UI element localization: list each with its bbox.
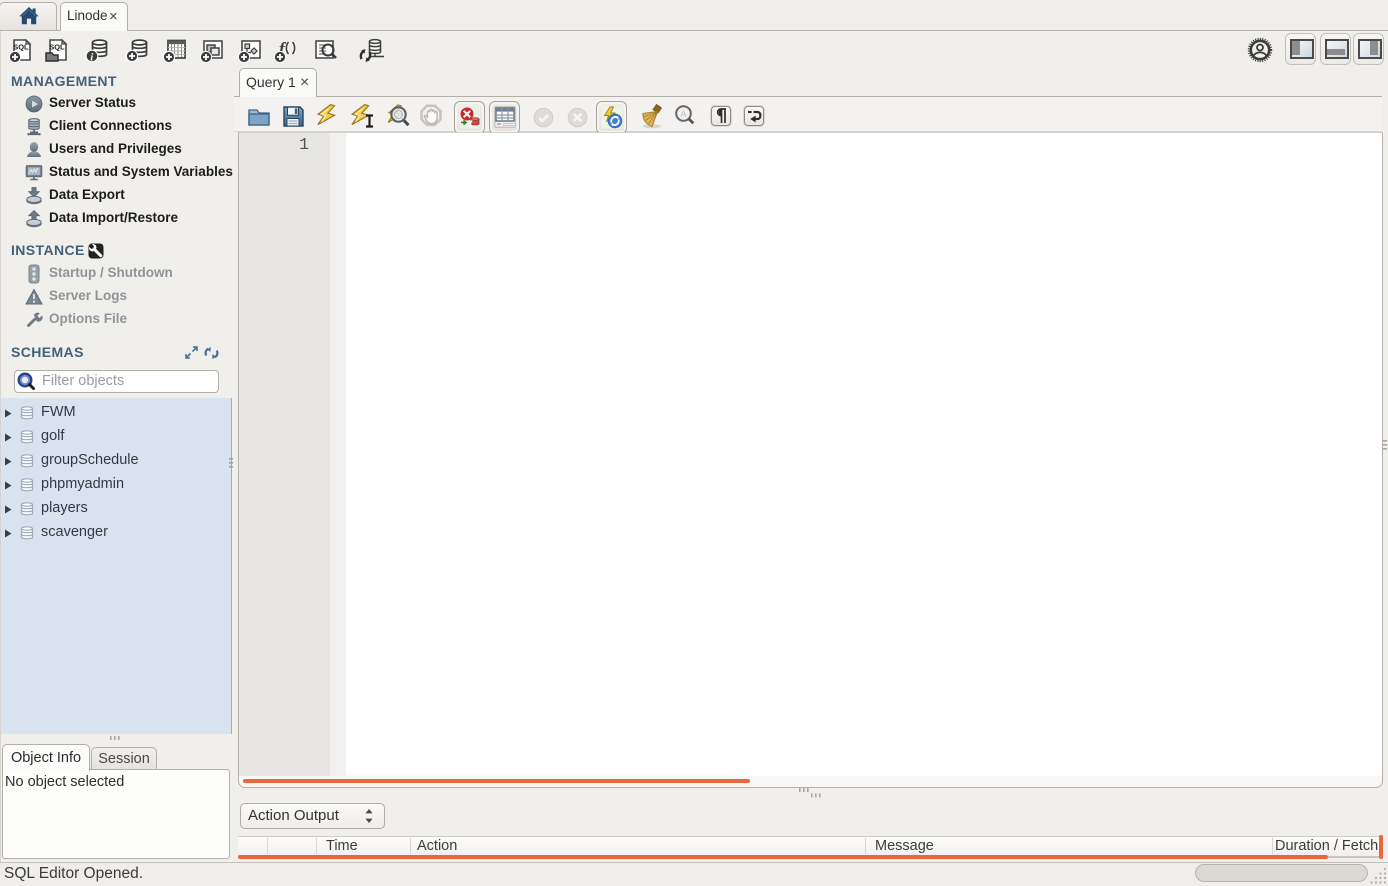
svg-text:A: A xyxy=(680,109,687,120)
